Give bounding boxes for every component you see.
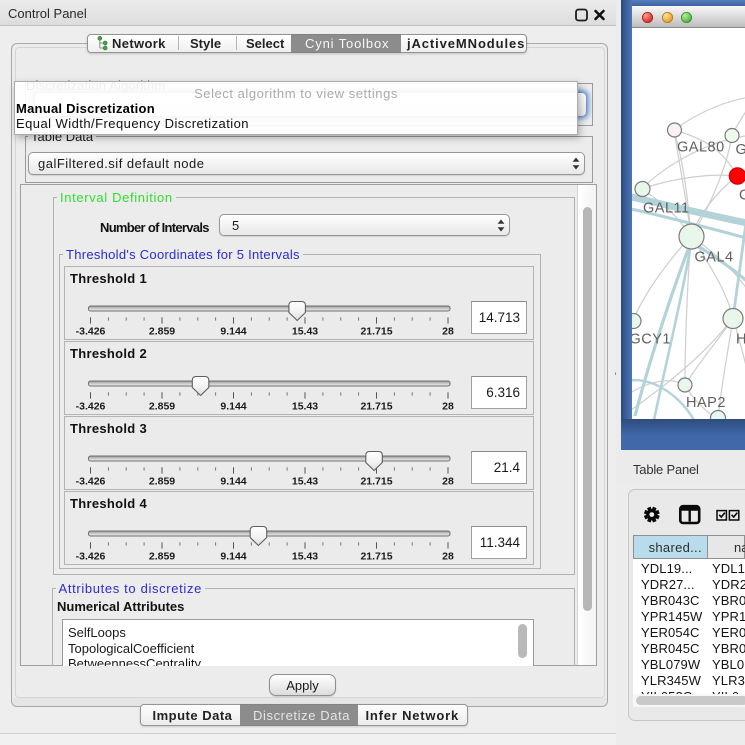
svg-text:GA: GA: [735, 142, 745, 158]
svg-text:21.715: 21.715: [360, 326, 392, 338]
svg-text:15.43: 15.43: [291, 401, 317, 413]
svg-text:9.144: 9.144: [220, 551, 246, 563]
svg-text:C: C: [739, 188, 745, 204]
svg-text:9.144: 9.144: [220, 326, 246, 338]
svg-text:15.43: 15.43: [291, 476, 317, 488]
svg-text:GAL4: GAL4: [694, 250, 733, 266]
svg-text:15.43: 15.43: [291, 326, 317, 338]
svg-text:21.715: 21.715: [360, 401, 392, 413]
svg-text:28: 28: [442, 476, 454, 488]
svg-text:-3.426: -3.426: [75, 326, 105, 338]
svg-text:9.144: 9.144: [220, 476, 246, 488]
svg-text:HAP2: HAP2: [686, 395, 726, 411]
svg-text:GAL80: GAL80: [677, 140, 725, 156]
svg-text:28: 28: [442, 551, 454, 563]
svg-text:-3.426: -3.426: [75, 551, 105, 563]
svg-text:2.859: 2.859: [148, 401, 174, 413]
svg-text:2.859: 2.859: [148, 476, 174, 488]
svg-text:GAL11: GAL11: [643, 201, 690, 217]
svg-text:21.715: 21.715: [360, 551, 392, 563]
svg-text:-3.426: -3.426: [75, 476, 105, 488]
svg-text:15.43: 15.43: [291, 551, 317, 563]
svg-text:21.715: 21.715: [360, 476, 392, 488]
svg-text:28: 28: [442, 401, 454, 413]
svg-text:9.144: 9.144: [220, 401, 246, 413]
svg-text:2.859: 2.859: [148, 551, 174, 563]
svg-text:H: H: [736, 332, 745, 348]
svg-text:28: 28: [442, 326, 454, 338]
svg-text:GCY1: GCY1: [632, 332, 671, 348]
svg-text:2.859: 2.859: [148, 326, 174, 338]
svg-text:-3.426: -3.426: [75, 401, 105, 413]
